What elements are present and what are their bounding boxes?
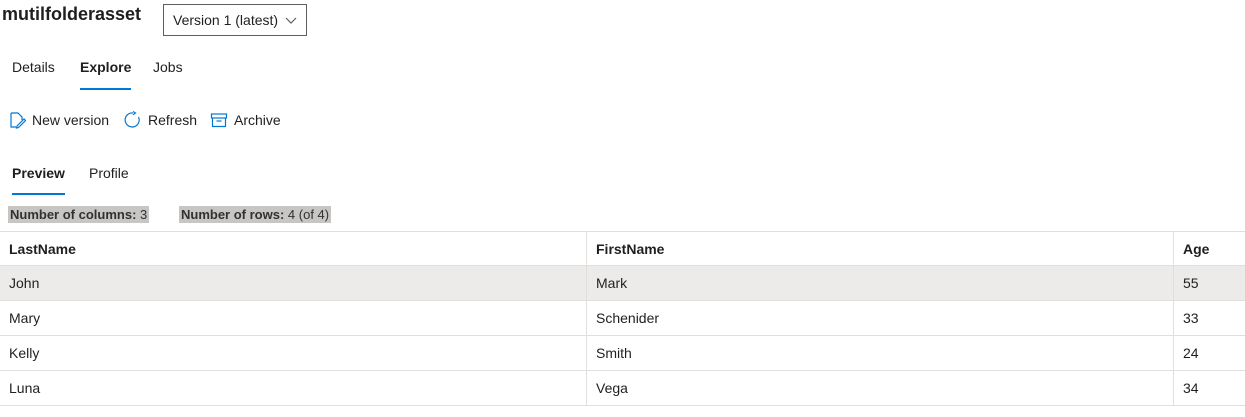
column-header-lastname[interactable]: LastName <box>0 232 587 266</box>
column-header-age[interactable]: Age <box>1174 232 1245 266</box>
table-cell: Smith <box>587 336 1174 370</box>
table-cell: Schenider <box>587 301 1174 335</box>
chevron-down-icon <box>285 17 297 24</box>
table-cell: Kelly <box>0 336 587 370</box>
table-cell: Vega <box>587 371 1174 405</box>
table-cell: Mary <box>0 301 587 335</box>
tab-explore[interactable]: Explore <box>80 52 132 90</box>
table-cell: 24 <box>1183 345 1199 361</box>
table-row[interactable]: John Mark 55 <box>0 266 1245 301</box>
table-cell: Luna <box>0 371 587 405</box>
tab-details[interactable]: Details <box>12 52 55 90</box>
row-count: Number of rows: 4 (of 4) <box>179 206 332 223</box>
new-version-button[interactable]: New version <box>8 108 109 132</box>
tab-profile[interactable]: Profile <box>89 158 129 195</box>
refresh-button[interactable]: Refresh <box>124 108 197 132</box>
archive-button[interactable]: Archive <box>210 108 281 132</box>
column-header-firstname[interactable]: FirstName <box>587 232 1174 266</box>
tab-jobs[interactable]: Jobs <box>153 52 183 90</box>
column-count: Number of columns: 3 <box>8 206 150 223</box>
tab-preview[interactable]: Preview <box>12 158 65 195</box>
table-cell: John <box>0 266 587 300</box>
table-row[interactable]: Mary Schenider 33 <box>0 301 1245 336</box>
edit-icon <box>10 112 26 129</box>
table-cell: 34 <box>1183 380 1199 396</box>
table-header-row: LastName FirstName Age <box>0 231 1245 266</box>
version-dropdown[interactable]: Version 1 (latest) <box>163 4 307 36</box>
table-row[interactable]: Luna Vega 34 <box>0 371 1245 406</box>
version-dropdown-value: Version 1 (latest) <box>173 12 279 28</box>
refresh-icon <box>124 111 140 128</box>
archive-icon <box>210 113 228 128</box>
asset-title: mutilfolderasset <box>2 4 142 24</box>
table-cell: 33 <box>1183 310 1199 326</box>
table-row[interactable]: Kelly Smith 24 <box>0 336 1245 371</box>
table-cell: Mark <box>587 266 1174 300</box>
table-cell: 55 <box>1183 275 1199 291</box>
